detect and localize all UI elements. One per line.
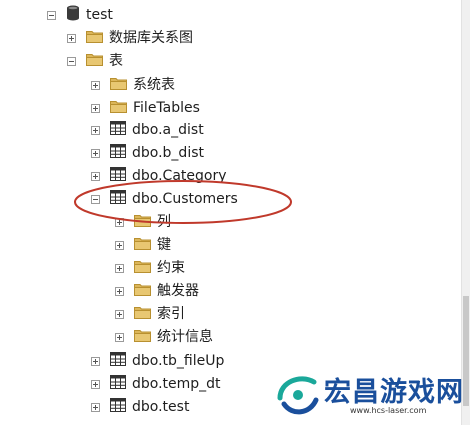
tree-node-label: dbo.a_dist bbox=[132, 122, 204, 138]
tree-node-label: 表 bbox=[109, 53, 123, 69]
tree-node-test[interactable]: test bbox=[47, 4, 113, 26]
folder-icon bbox=[134, 259, 151, 277]
folder-icon bbox=[134, 213, 151, 231]
tree-node-indexes[interactable]: 索引 bbox=[115, 303, 185, 325]
tree-node-customers[interactable]: dbo.Customers bbox=[91, 188, 238, 210]
folder-icon bbox=[134, 328, 151, 346]
tree-node-system-tables[interactable]: 系统表 bbox=[91, 74, 175, 96]
expand-icon[interactable] bbox=[91, 379, 100, 389]
expand-icon[interactable] bbox=[67, 33, 76, 43]
tree-node-constraints[interactable]: 约束 bbox=[115, 257, 185, 279]
tree-node-label: 约束 bbox=[157, 260, 185, 276]
tree-node-label: dbo.temp_dt bbox=[132, 376, 221, 392]
expand-icon[interactable] bbox=[115, 263, 124, 273]
table-icon bbox=[110, 398, 126, 416]
collapse-icon[interactable] bbox=[67, 56, 76, 66]
tree-node-label: test bbox=[86, 7, 113, 23]
collapse-icon[interactable] bbox=[47, 10, 56, 20]
expand-icon[interactable] bbox=[115, 309, 124, 319]
tree-node-label: 触发器 bbox=[157, 283, 199, 299]
tree-node-triggers[interactable]: 触发器 bbox=[115, 280, 199, 302]
folder-icon bbox=[110, 99, 127, 117]
expand-icon[interactable] bbox=[115, 286, 124, 296]
tree-node-statistics[interactable]: 统计信息 bbox=[115, 326, 213, 348]
expand-icon[interactable] bbox=[91, 356, 100, 366]
collapse-icon[interactable] bbox=[91, 194, 100, 204]
expand-icon[interactable] bbox=[91, 103, 100, 113]
watermark: 宏昌游戏网 www.hcs-laser.com bbox=[268, 366, 468, 424]
expand-icon[interactable] bbox=[91, 148, 100, 158]
table-icon bbox=[110, 121, 126, 139]
tree-node-dbo-test[interactable]: dbo.test bbox=[91, 396, 189, 418]
folder-icon bbox=[134, 236, 151, 254]
tree-node-label: dbo.Customers bbox=[132, 191, 238, 207]
database-icon bbox=[66, 5, 80, 25]
watermark-title: 宏昌游戏网 bbox=[324, 377, 464, 408]
watermark-logo-icon bbox=[277, 376, 319, 415]
folder-icon bbox=[110, 76, 127, 94]
tree-node-label: dbo.test bbox=[132, 399, 190, 415]
table-icon bbox=[110, 167, 126, 185]
expand-icon[interactable] bbox=[115, 240, 124, 250]
tree-node-label: 系统表 bbox=[133, 77, 175, 93]
tree-node-b-dist[interactable]: dbo.b_dist bbox=[91, 142, 204, 164]
expand-icon[interactable] bbox=[115, 332, 124, 342]
tree-node-label: 键 bbox=[157, 237, 171, 253]
tree-node-label: 列 bbox=[157, 214, 171, 230]
tree-node-tables[interactable]: 表 bbox=[67, 50, 123, 72]
vertical-scrollbar[interactable] bbox=[461, 0, 470, 425]
table-icon bbox=[110, 190, 126, 208]
tree-node-label: 索引 bbox=[157, 306, 185, 322]
tree-node-label: 统计信息 bbox=[157, 329, 213, 345]
expand-icon[interactable] bbox=[91, 171, 100, 181]
expand-icon[interactable] bbox=[91, 80, 100, 90]
folder-icon bbox=[134, 282, 151, 300]
table-icon bbox=[110, 144, 126, 162]
tree-node-temp-dt[interactable]: dbo.temp_dt bbox=[91, 373, 221, 395]
tree-node-columns[interactable]: 列 bbox=[115, 211, 171, 233]
tree-node-a-dist[interactable]: dbo.a_dist bbox=[91, 119, 204, 141]
object-explorer-tree: test 数据库关系图表系统表 FileTables dbo.a_dist dbo.b_… bbox=[0, 0, 462, 425]
folder-icon bbox=[86, 29, 103, 47]
tree-node-keys[interactable]: 键 bbox=[115, 234, 171, 256]
folder-icon bbox=[134, 305, 151, 323]
table-icon bbox=[110, 352, 126, 370]
tree-node-label: dbo.tb_fileUp bbox=[132, 353, 225, 369]
tree-node-label: FileTables bbox=[133, 100, 200, 116]
table-icon bbox=[110, 375, 126, 393]
expand-icon[interactable] bbox=[91, 402, 100, 412]
tree-node-label: 数据库关系图 bbox=[109, 30, 193, 46]
expand-icon[interactable] bbox=[115, 217, 124, 227]
tree-node-filetables[interactable]: FileTables bbox=[91, 97, 200, 119]
tree-node-label: dbo.b_dist bbox=[132, 145, 204, 161]
tree-node-diagrams[interactable]: 数据库关系图 bbox=[67, 27, 193, 49]
watermark-url: www.hcs-laser.com bbox=[350, 406, 427, 415]
folder-icon bbox=[86, 52, 103, 70]
tree-node-tb-fileup[interactable]: dbo.tb_fileUp bbox=[91, 350, 224, 372]
expand-icon[interactable] bbox=[91, 125, 100, 135]
tree-node-category[interactable]: dbo.Category bbox=[91, 165, 227, 187]
tree-node-label: dbo.Category bbox=[132, 168, 227, 184]
